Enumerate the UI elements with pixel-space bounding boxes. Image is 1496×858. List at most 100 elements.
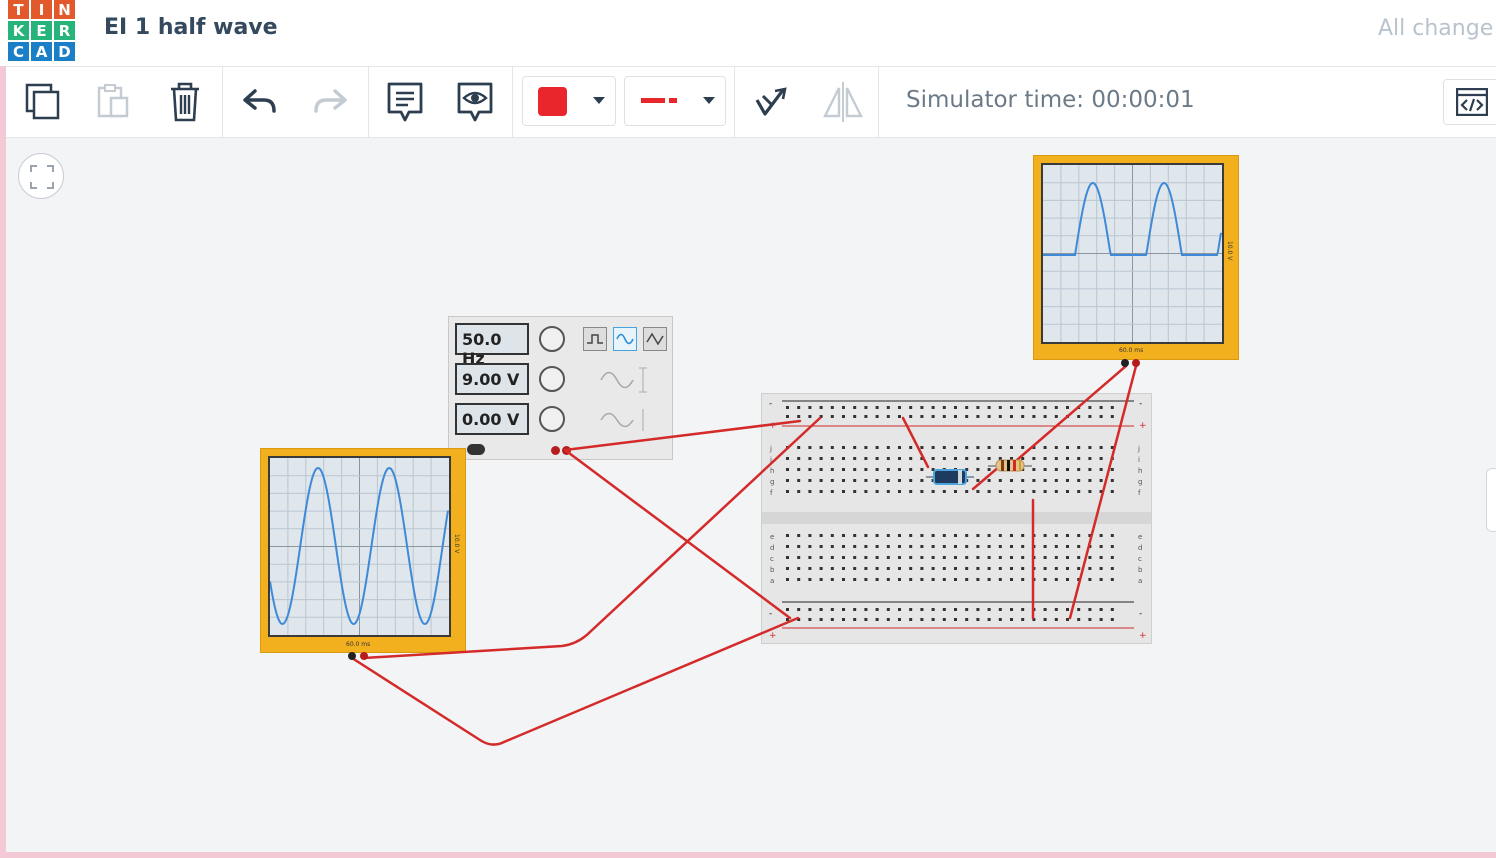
row-letter: c bbox=[770, 555, 774, 563]
row-letter: b bbox=[770, 566, 775, 574]
wire-type-dropdown[interactable] bbox=[624, 76, 726, 126]
header: TIN KER CAD EI 1 half wave All change bbox=[0, 0, 1496, 66]
paste-icon bbox=[97, 84, 129, 118]
flip-icon bbox=[823, 82, 863, 122]
oscilloscope-input[interactable]: 60.0 ms 10.0 V bbox=[260, 448, 466, 653]
scope-grid bbox=[1043, 165, 1222, 342]
trash-icon bbox=[171, 82, 199, 122]
row-letter: a bbox=[1138, 577, 1142, 585]
flip-button[interactable] bbox=[814, 67, 872, 137]
rail-plus-label: + bbox=[1139, 421, 1147, 431]
frequency-display: 50.0 Hz bbox=[455, 323, 529, 368]
rotate-icon bbox=[755, 87, 787, 116]
square-wave-button[interactable] bbox=[583, 327, 607, 351]
logo-letter: N bbox=[54, 0, 75, 19]
copy-button[interactable] bbox=[16, 67, 70, 137]
copy-icon bbox=[25, 83, 60, 120]
logo-letter: D bbox=[54, 42, 75, 61]
rail-plus-label: + bbox=[1139, 631, 1147, 641]
paste-button[interactable] bbox=[86, 67, 140, 137]
logo-letter: I bbox=[31, 0, 52, 19]
frequency-knob[interactable] bbox=[539, 326, 565, 352]
positive-terminal[interactable] bbox=[562, 446, 571, 455]
row-letter: h bbox=[1138, 467, 1142, 475]
negative-terminal[interactable] bbox=[551, 446, 560, 455]
notes-icon bbox=[387, 82, 423, 122]
simulator-time: Simulator time: 00:00:01 bbox=[906, 87, 1195, 113]
rail-minus-label: - bbox=[769, 399, 772, 409]
fullscreen-icon bbox=[30, 165, 54, 189]
undo-button[interactable] bbox=[232, 67, 288, 137]
code-button[interactable] bbox=[1443, 79, 1496, 125]
triangle-wave-icon bbox=[646, 332, 664, 346]
amplitude-hint-icon bbox=[600, 367, 647, 393]
row-letter: g bbox=[1138, 478, 1142, 486]
logo-letter: C bbox=[8, 42, 29, 61]
volts-per-division: 10.0 V bbox=[1226, 241, 1233, 261]
sine-wave-button[interactable] bbox=[613, 327, 637, 351]
notes-button[interactable] bbox=[378, 67, 432, 137]
row-letter: j bbox=[1137, 445, 1140, 453]
row-letter: j bbox=[769, 445, 772, 453]
toolbar: Simulator time: 00:00:01 bbox=[6, 66, 1496, 138]
fit-view-button[interactable] bbox=[18, 153, 64, 199]
offset-knob[interactable] bbox=[539, 406, 565, 432]
scope-screen bbox=[268, 456, 451, 637]
amplitude-knob[interactable] bbox=[539, 366, 565, 392]
row-letter: i bbox=[1138, 456, 1140, 464]
row-letter: h bbox=[770, 467, 774, 475]
row-letter: f bbox=[770, 489, 773, 497]
rail-plus-label: + bbox=[769, 421, 777, 431]
logo-letter: T bbox=[8, 0, 29, 19]
code-window-icon bbox=[1456, 88, 1488, 116]
design-title[interactable]: EI 1 half wave bbox=[104, 15, 278, 40]
rail-minus-label: - bbox=[769, 609, 772, 619]
function-generator[interactable]: 50.0 Hz 9.00 V 0.00 V bbox=[448, 316, 673, 460]
undo-icon bbox=[243, 89, 276, 113]
eye-icon bbox=[457, 82, 493, 122]
logo-letter: R bbox=[54, 21, 75, 40]
window-bottom-edge bbox=[0, 852, 1496, 858]
offset-display: 0.00 V bbox=[455, 403, 529, 435]
row-letter: c bbox=[1138, 555, 1142, 563]
redo-icon bbox=[314, 89, 347, 113]
logo-letter: A bbox=[31, 42, 52, 61]
save-status: All change bbox=[1378, 16, 1494, 41]
offset-hint-icon bbox=[600, 409, 644, 431]
dashed-line-icon bbox=[641, 98, 677, 103]
side-panel-toggle[interactable] bbox=[1486, 468, 1496, 532]
rotate-button[interactable] bbox=[742, 67, 796, 137]
rail-plus-label: + bbox=[769, 631, 777, 641]
logo-letter: E bbox=[31, 21, 52, 40]
wire-color-swatch bbox=[538, 87, 567, 116]
row-letter: e bbox=[770, 533, 774, 541]
rail-minus-label: - bbox=[1139, 399, 1142, 409]
row-letter: e bbox=[1138, 533, 1142, 541]
delete-button[interactable] bbox=[158, 67, 212, 137]
volts-per-division: 10.0 V bbox=[453, 534, 460, 554]
row-letter: f bbox=[1138, 489, 1141, 497]
visibility-button[interactable] bbox=[448, 67, 502, 137]
breadboard-holes: -+-+-+-+j ji ih hg gf fe ed dc cb ba a bbox=[762, 399, 1151, 641]
time-per-division: 60.0 ms bbox=[346, 641, 371, 648]
oscilloscope-output[interactable]: 60.0 ms 10.0 V bbox=[1033, 155, 1239, 360]
scope-screen bbox=[1041, 163, 1224, 344]
circuit-canvas[interactable] bbox=[6, 138, 1496, 852]
row-letter: i bbox=[770, 456, 772, 464]
rail-minus-label: - bbox=[1139, 609, 1142, 619]
triangle-wave-button[interactable] bbox=[643, 327, 667, 351]
sine-wave-icon bbox=[616, 333, 634, 345]
chevron-down-icon bbox=[703, 97, 715, 104]
chevron-down-icon bbox=[593, 97, 605, 104]
redo-button[interactable] bbox=[302, 67, 358, 137]
time-per-division: 60.0 ms bbox=[1119, 347, 1144, 354]
row-letter: g bbox=[770, 478, 774, 486]
amplitude-display: 9.00 V bbox=[455, 363, 529, 395]
power-switch[interactable] bbox=[467, 444, 485, 455]
row-letter: b bbox=[1138, 566, 1143, 574]
square-wave-icon bbox=[587, 334, 603, 344]
breadboard[interactable]: - + - + - + - + j j i i h h g g f f e e d d c c b b a a bbox=[761, 393, 1152, 644]
tinkercad-logo[interactable]: TIN KER CAD bbox=[8, 0, 75, 62]
logo-letter: K bbox=[8, 21, 29, 40]
wire-color-dropdown[interactable] bbox=[522, 76, 616, 126]
